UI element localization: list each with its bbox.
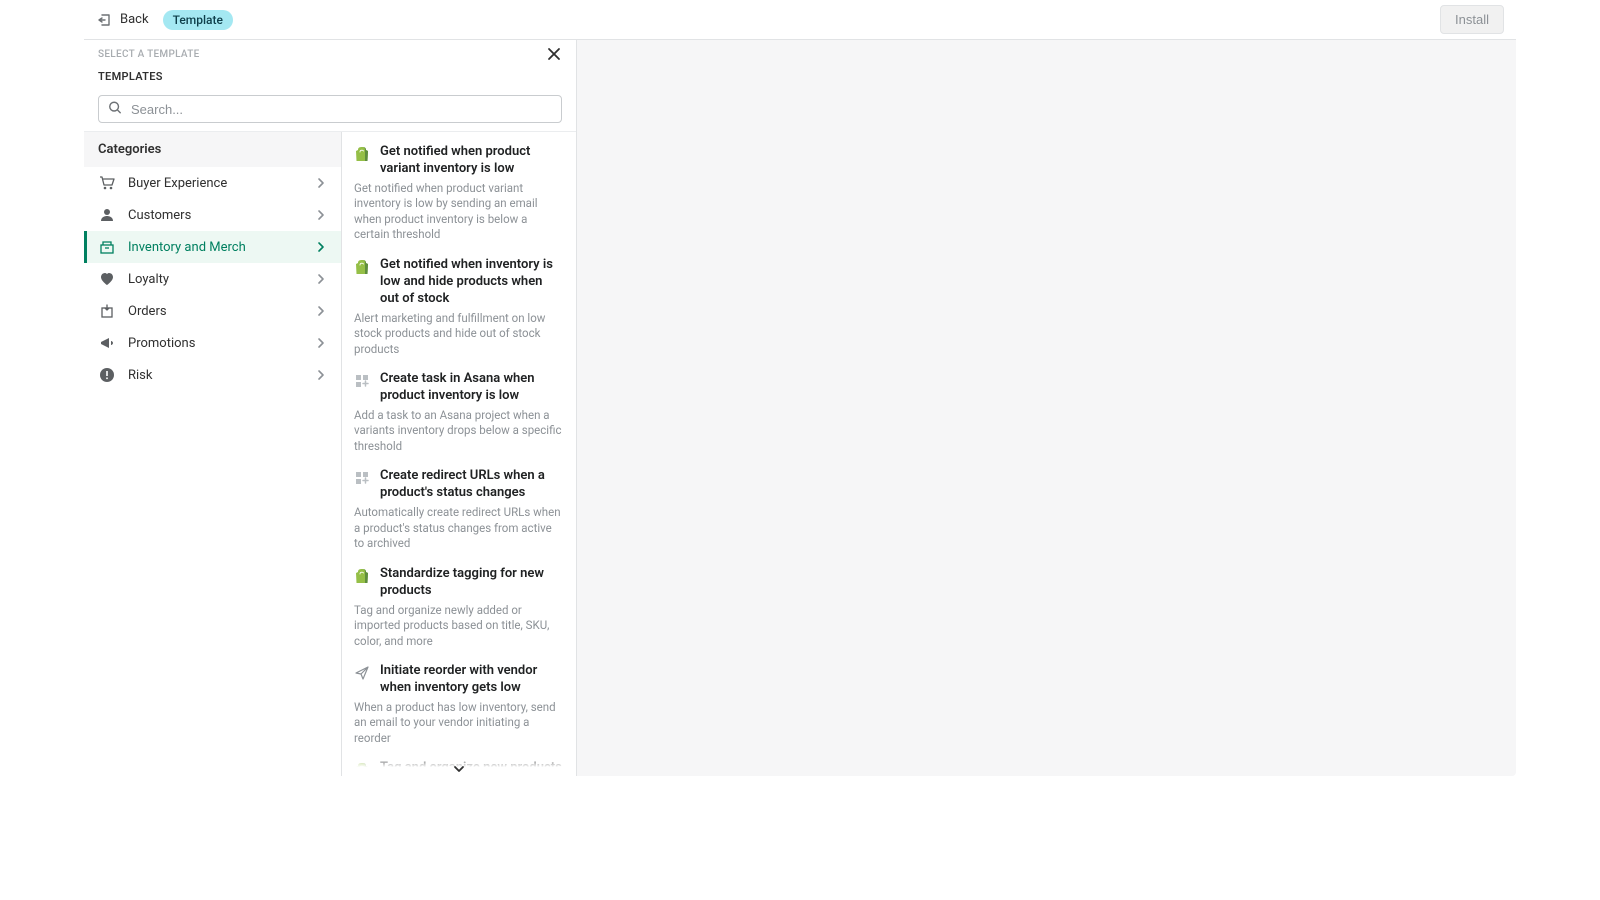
- category-customers[interactable]: Customers: [84, 199, 341, 231]
- search-input[interactable]: [98, 95, 562, 123]
- search-icon: [108, 100, 122, 119]
- shopify-icon: [354, 259, 370, 275]
- categories-column: Categories Buyer Experience Customers: [84, 132, 342, 776]
- template-desc: Tag and organize newly added or imported…: [354, 603, 564, 650]
- category-orders[interactable]: Orders: [84, 295, 341, 327]
- template-badge: Template: [163, 10, 233, 30]
- send-icon: [354, 665, 370, 681]
- grid-icon: [354, 373, 370, 389]
- template-item[interactable]: Get notified when product variant invent…: [354, 142, 564, 255]
- chevron-right-icon: [315, 273, 327, 285]
- template-desc: Get notified when product variant invent…: [354, 181, 564, 243]
- shopify-icon: [354, 762, 370, 776]
- shopify-icon: [354, 146, 370, 162]
- orders-icon: [98, 303, 116, 319]
- category-buyer-experience[interactable]: Buyer Experience: [84, 167, 341, 199]
- category-label: Promotions: [128, 336, 303, 351]
- back-label: Back: [120, 12, 149, 27]
- template-desc: Automatically create redirect URLs when …: [354, 505, 564, 552]
- category-label: Buyer Experience: [128, 176, 303, 191]
- template-item[interactable]: Initiate reorder with vendor when invent…: [354, 661, 564, 758]
- inventory-icon: [98, 239, 116, 255]
- chevron-right-icon: [315, 337, 327, 349]
- categories-header: Categories: [84, 132, 341, 167]
- close-panel-button[interactable]: [546, 46, 562, 66]
- category-label: Orders: [128, 304, 303, 319]
- category-inventory-merch[interactable]: Inventory and Merch: [84, 231, 341, 263]
- shopify-icon: [354, 568, 370, 584]
- back-button[interactable]: Back: [96, 12, 149, 28]
- templates-list[interactable]: Get notified when product variant invent…: [342, 132, 576, 776]
- category-label: Customers: [128, 208, 303, 223]
- chevron-right-icon: [315, 369, 327, 381]
- grid-icon: [354, 470, 370, 486]
- chevron-right-icon: [315, 305, 327, 317]
- person-icon: [98, 207, 116, 223]
- search-wrap: [98, 95, 562, 123]
- template-desc: When a product has low inventory, send a…: [354, 700, 564, 747]
- template-title: Create redirect URLs when a product's st…: [380, 468, 564, 502]
- risk-icon: [98, 367, 116, 383]
- template-item[interactable]: Standardize tagging for new productsTag …: [354, 564, 564, 661]
- template-title: Create task in Asana when product invent…: [380, 371, 564, 405]
- megaphone-icon: [98, 335, 116, 351]
- template-title: Standardize tagging for new products: [380, 566, 564, 600]
- template-panel: SELECT A TEMPLATE TEMPLATES Categories: [84, 40, 577, 776]
- templates-header: TEMPLATES: [98, 70, 562, 83]
- template-item[interactable]: Tag and organize new products by titleSt…: [354, 758, 564, 776]
- chevron-right-icon: [315, 241, 327, 253]
- template-desc: Alert marketing and fulfillment on low s…: [354, 311, 564, 358]
- template-item[interactable]: Create task in Asana when product invent…: [354, 369, 564, 466]
- template-desc: Add a task to an Asana project when a va…: [354, 408, 564, 455]
- category-label: Loyalty: [128, 272, 303, 287]
- template-title: Get notified when inventory is low and h…: [380, 257, 564, 308]
- install-button[interactable]: Install: [1440, 5, 1504, 34]
- category-label: Inventory and Merch: [128, 240, 303, 255]
- main-canvas: [577, 40, 1516, 776]
- template-title: Initiate reorder with vendor when invent…: [380, 663, 564, 697]
- panel-supertitle: SELECT A TEMPLATE: [98, 49, 562, 60]
- category-label: Risk: [128, 368, 303, 383]
- chevron-right-icon: [315, 209, 327, 221]
- back-icon: [96, 12, 112, 28]
- category-risk[interactable]: Risk: [84, 359, 341, 391]
- template-title: Tag and organize new products by title: [380, 760, 564, 776]
- template-item[interactable]: Create redirect URLs when a product's st…: [354, 466, 564, 563]
- category-loyalty[interactable]: Loyalty: [84, 263, 341, 295]
- topbar: Back Template Install: [84, 0, 1516, 40]
- heart-icon: [98, 271, 116, 287]
- template-title: Get notified when product variant invent…: [380, 144, 564, 178]
- category-promotions[interactable]: Promotions: [84, 327, 341, 359]
- chevron-right-icon: [315, 177, 327, 189]
- cart-icon: [98, 175, 116, 191]
- template-item[interactable]: Get notified when inventory is low and h…: [354, 255, 564, 369]
